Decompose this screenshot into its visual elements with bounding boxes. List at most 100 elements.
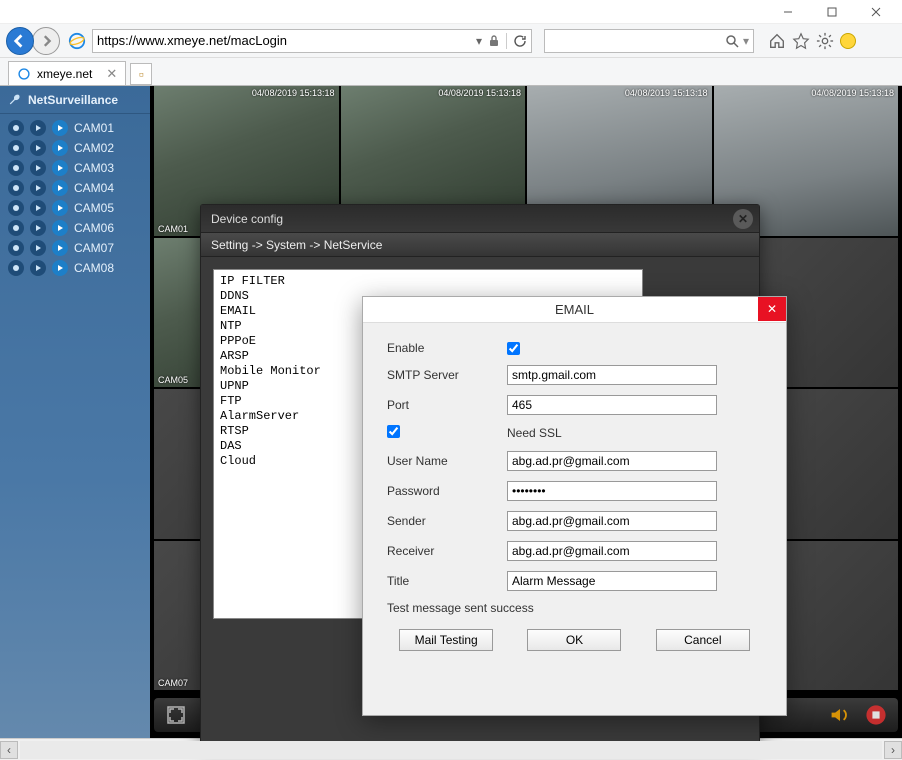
camera-label: CAM07: [74, 241, 114, 255]
record-icon[interactable]: [8, 140, 24, 156]
device-config-close[interactable]: ✕: [733, 209, 753, 229]
nav-back-button[interactable]: [6, 27, 34, 55]
camera-sidebar: NetSurveillance CAM01 CAM02 CAM03 CAM04 CAM0…: [0, 86, 150, 738]
refresh-icon[interactable]: [513, 34, 527, 48]
tab-title: xmeye.net: [37, 67, 92, 81]
extra-stream-icon[interactable]: [52, 200, 68, 216]
ssl-checkbox[interactable]: [387, 425, 400, 438]
record-icon[interactable]: [8, 160, 24, 176]
extra-stream-icon[interactable]: [52, 140, 68, 156]
window-minimize[interactable]: [766, 1, 810, 23]
camera-label: CAM02: [74, 141, 114, 155]
search-bar[interactable]: ▾: [544, 29, 754, 53]
device-config-title-text: Device config: [211, 212, 283, 226]
pass-input[interactable]: [507, 481, 717, 501]
camera-label: CAM08: [74, 261, 114, 275]
camera-label: CAM06: [74, 221, 114, 235]
smtp-label: SMTP Server: [387, 368, 507, 382]
address-bar[interactable]: ▾: [92, 29, 532, 53]
port-input[interactable]: [507, 395, 717, 415]
camera-row[interactable]: CAM06: [0, 218, 150, 238]
play-icon[interactable]: [30, 220, 46, 236]
scroll-track[interactable]: [20, 741, 882, 759]
nav-forward-button[interactable]: [32, 27, 60, 55]
extra-stream-icon[interactable]: [52, 120, 68, 136]
home-icon[interactable]: [768, 32, 786, 50]
tab-xmeye[interactable]: xmeye.net ✕: [8, 61, 126, 85]
mail-testing-button[interactable]: Mail Testing: [399, 629, 493, 651]
email-dialog: EMAIL ✕ Enable SMTP Server Port Need SSL…: [362, 296, 787, 716]
address-input[interactable]: [97, 33, 476, 48]
sender-label: Sender: [387, 514, 507, 528]
record-icon[interactable]: [8, 260, 24, 276]
play-icon[interactable]: [30, 200, 46, 216]
play-icon[interactable]: [30, 260, 46, 276]
window-close[interactable]: [854, 1, 898, 23]
fullscreen-button[interactable]: [164, 703, 188, 727]
sender-input[interactable]: [507, 511, 717, 531]
favorites-icon[interactable]: [792, 32, 810, 50]
record-icon[interactable]: [8, 200, 24, 216]
camera-row[interactable]: CAM01: [0, 118, 150, 138]
wrench-icon: [8, 93, 22, 107]
camera-row[interactable]: CAM05: [0, 198, 150, 218]
cancel-button[interactable]: Cancel: [656, 629, 750, 651]
record-icon[interactable]: [8, 240, 24, 256]
ok-button[interactable]: OK: [527, 629, 621, 651]
volume-icon[interactable]: [828, 703, 852, 727]
extra-stream-icon[interactable]: [52, 160, 68, 176]
port-label: Port: [387, 398, 507, 412]
enable-checkbox[interactable]: [507, 342, 520, 355]
browser-toolbar: ▾ ▾: [0, 24, 902, 58]
sidebar-header: NetSurveillance: [0, 86, 150, 114]
email-dialog-title: EMAIL ✕: [363, 297, 786, 323]
play-icon[interactable]: [30, 120, 46, 136]
tab-strip: xmeye.net ✕ ▫: [0, 58, 902, 86]
scroll-right-button[interactable]: ›: [884, 741, 902, 759]
smtp-input[interactable]: [507, 365, 717, 385]
window-titlebar: [0, 0, 902, 24]
extra-stream-icon[interactable]: [52, 220, 68, 236]
search-icon[interactable]: [725, 34, 739, 48]
extra-stream-icon[interactable]: [52, 260, 68, 276]
ie-logo-icon: [68, 32, 86, 50]
record-icon[interactable]: [8, 180, 24, 196]
scroll-left-button[interactable]: ‹: [0, 741, 18, 759]
play-icon[interactable]: [30, 180, 46, 196]
search-input[interactable]: [549, 33, 725, 48]
tab-close-icon[interactable]: ✕: [106, 66, 117, 82]
lock-icon: [488, 35, 500, 47]
extra-stream-icon[interactable]: [52, 240, 68, 256]
sidebar-title: NetSurveillance: [28, 93, 118, 107]
new-tab-button[interactable]: ▫: [130, 63, 152, 85]
play-icon[interactable]: [30, 240, 46, 256]
play-icon[interactable]: [30, 160, 46, 176]
camera-label: CAM05: [74, 201, 114, 215]
feedback-icon[interactable]: [840, 33, 856, 49]
receiver-input[interactable]: [507, 541, 717, 561]
record-icon[interactable]: [8, 120, 24, 136]
pass-label: Password: [387, 484, 507, 498]
user-input[interactable]: [507, 451, 717, 471]
email-dialog-close[interactable]: ✕: [758, 297, 786, 321]
camera-row[interactable]: CAM03: [0, 158, 150, 178]
horizontal-scrollbar[interactable]: ‹ ›: [0, 738, 902, 760]
window-maximize[interactable]: [810, 1, 854, 23]
close-all-icon[interactable]: [864, 703, 888, 727]
test-status: Test message sent success: [387, 601, 762, 615]
extra-stream-icon[interactable]: [52, 180, 68, 196]
camera-label: CAM01: [74, 121, 114, 135]
subject-input[interactable]: [507, 571, 717, 591]
record-icon[interactable]: [8, 220, 24, 236]
breadcrumb: Setting -> System -> NetService: [201, 233, 759, 257]
camera-row[interactable]: CAM07: [0, 238, 150, 258]
dropdown-icon[interactable]: ▾: [476, 34, 482, 48]
camera-row[interactable]: CAM02: [0, 138, 150, 158]
camera-label: CAM04: [74, 181, 114, 195]
settings-icon[interactable]: [816, 32, 834, 50]
play-icon[interactable]: [30, 140, 46, 156]
camera-row[interactable]: CAM08: [0, 258, 150, 278]
camera-row[interactable]: CAM04: [0, 178, 150, 198]
search-dropdown-icon[interactable]: ▾: [743, 34, 749, 48]
ie-tab-icon: [17, 67, 31, 81]
